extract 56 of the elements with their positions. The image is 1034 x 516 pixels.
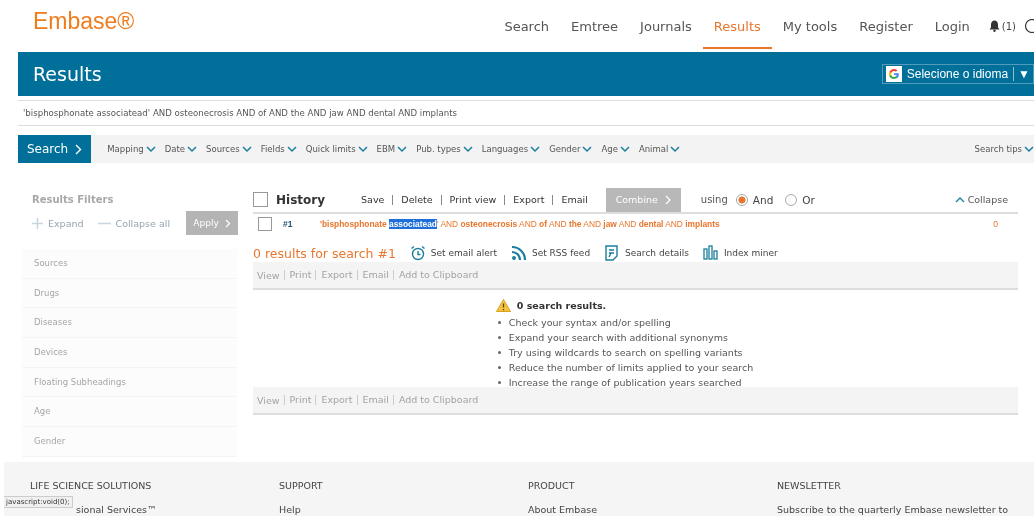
filter-dropdown[interactable]: Languages [481, 144, 541, 154]
search-button[interactable]: Search [18, 135, 92, 163]
footer-heading: SUPPORT [279, 480, 324, 491]
filter-dropdown[interactable]: Quick limits [305, 144, 368, 154]
notifications-button[interactable]: (1) [980, 0, 1024, 52]
notification-count: (1) [1001, 20, 1016, 32]
filter-dropdown[interactable]: Fields [260, 144, 297, 154]
history-title: History [276, 192, 326, 207]
empty-results-title: 0 search results. [516, 300, 607, 311]
history-action-link[interactable]: Save [361, 194, 385, 205]
search-query-text[interactable]: 'bisphosphonate associatead' AND osteonecrosis AND of AND the AND jaw AND dental AND implants [320, 219, 720, 229]
history-action-link[interactable]: Email [552, 194, 588, 205]
filters-title: Results Filters [32, 194, 115, 205]
filter-dropdown[interactable]: Animal [638, 144, 681, 154]
results-heading: 0 results for search #1 [253, 245, 396, 261]
footer-heading: LIFE SCIENCE SOLUTIONS [30, 480, 153, 491]
nav-link[interactable]: Login [923, 5, 981, 49]
search-tips-link[interactable]: Search tips [974, 144, 1034, 154]
nav-link[interactable]: Emtree [560, 5, 630, 49]
operator-radio[interactable]: Or [785, 193, 815, 206]
nav-link[interactable]: My tools [771, 5, 849, 49]
result-tool-link[interactable]: Index miner [702, 245, 778, 261]
filter-dropdown[interactable]: Mapping [107, 144, 156, 154]
language-selector[interactable]: Selecione o idioma ▼ [881, 64, 1034, 84]
result-tool-link[interactable]: Set RSS feed [510, 245, 591, 261]
filter-dropdown[interactable]: Sources [206, 144, 252, 154]
operator-radio[interactable]: And [735, 193, 774, 206]
search-number: #1 [283, 219, 294, 229]
search-tip: Try using wildcards to search on spelling variants [508, 347, 743, 358]
history-action-link[interactable]: Export [504, 194, 545, 205]
search-tip: Check your syntax and/or spelling [508, 317, 671, 328]
footer-link[interactable]: Subscribe to the quarterly Embase newsletter to [777, 504, 1009, 515]
history-action-link[interactable]: Delete [392, 194, 433, 205]
result-tool-link[interactable]: Search details [604, 245, 689, 261]
footer-heading: NEWSLETTER [777, 480, 842, 491]
page-title: Results [33, 63, 102, 85]
search-tip: Reduce the number of limits applied to your search [508, 362, 754, 373]
using-label: using [700, 194, 728, 205]
footer-link[interactable]: About Embase [528, 504, 597, 515]
nav-link[interactable]: Search [493, 5, 561, 49]
footer-link[interactable]: sional Services™ [76, 504, 157, 515]
footer-heading: PRODUCT [528, 480, 576, 491]
nav-link[interactable]: Journals [629, 5, 703, 49]
collapse-link[interactable]: Collapse [954, 194, 1008, 205]
nav-link[interactable]: Register [848, 5, 924, 49]
footer-link[interactable]: Help [279, 504, 301, 515]
filter-dropdown[interactable]: EBM [376, 144, 408, 154]
filter-dropdown[interactable]: Pub. types [416, 144, 473, 154]
filter-dropdown[interactable]: Date [164, 144, 198, 154]
filter-dropdown[interactable]: Age [601, 144, 630, 154]
result-tool-link[interactable]: Set email alert [409, 245, 497, 261]
filter-dropdown[interactable]: Gender [549, 144, 593, 154]
history-action-link[interactable]: Print view [440, 194, 497, 205]
language-label: Selecione o idioma [906, 67, 1009, 81]
search-tip: Increase the range of publication years searched [508, 377, 742, 388]
search-tip: Expand your search with additional synonyms [508, 332, 728, 343]
